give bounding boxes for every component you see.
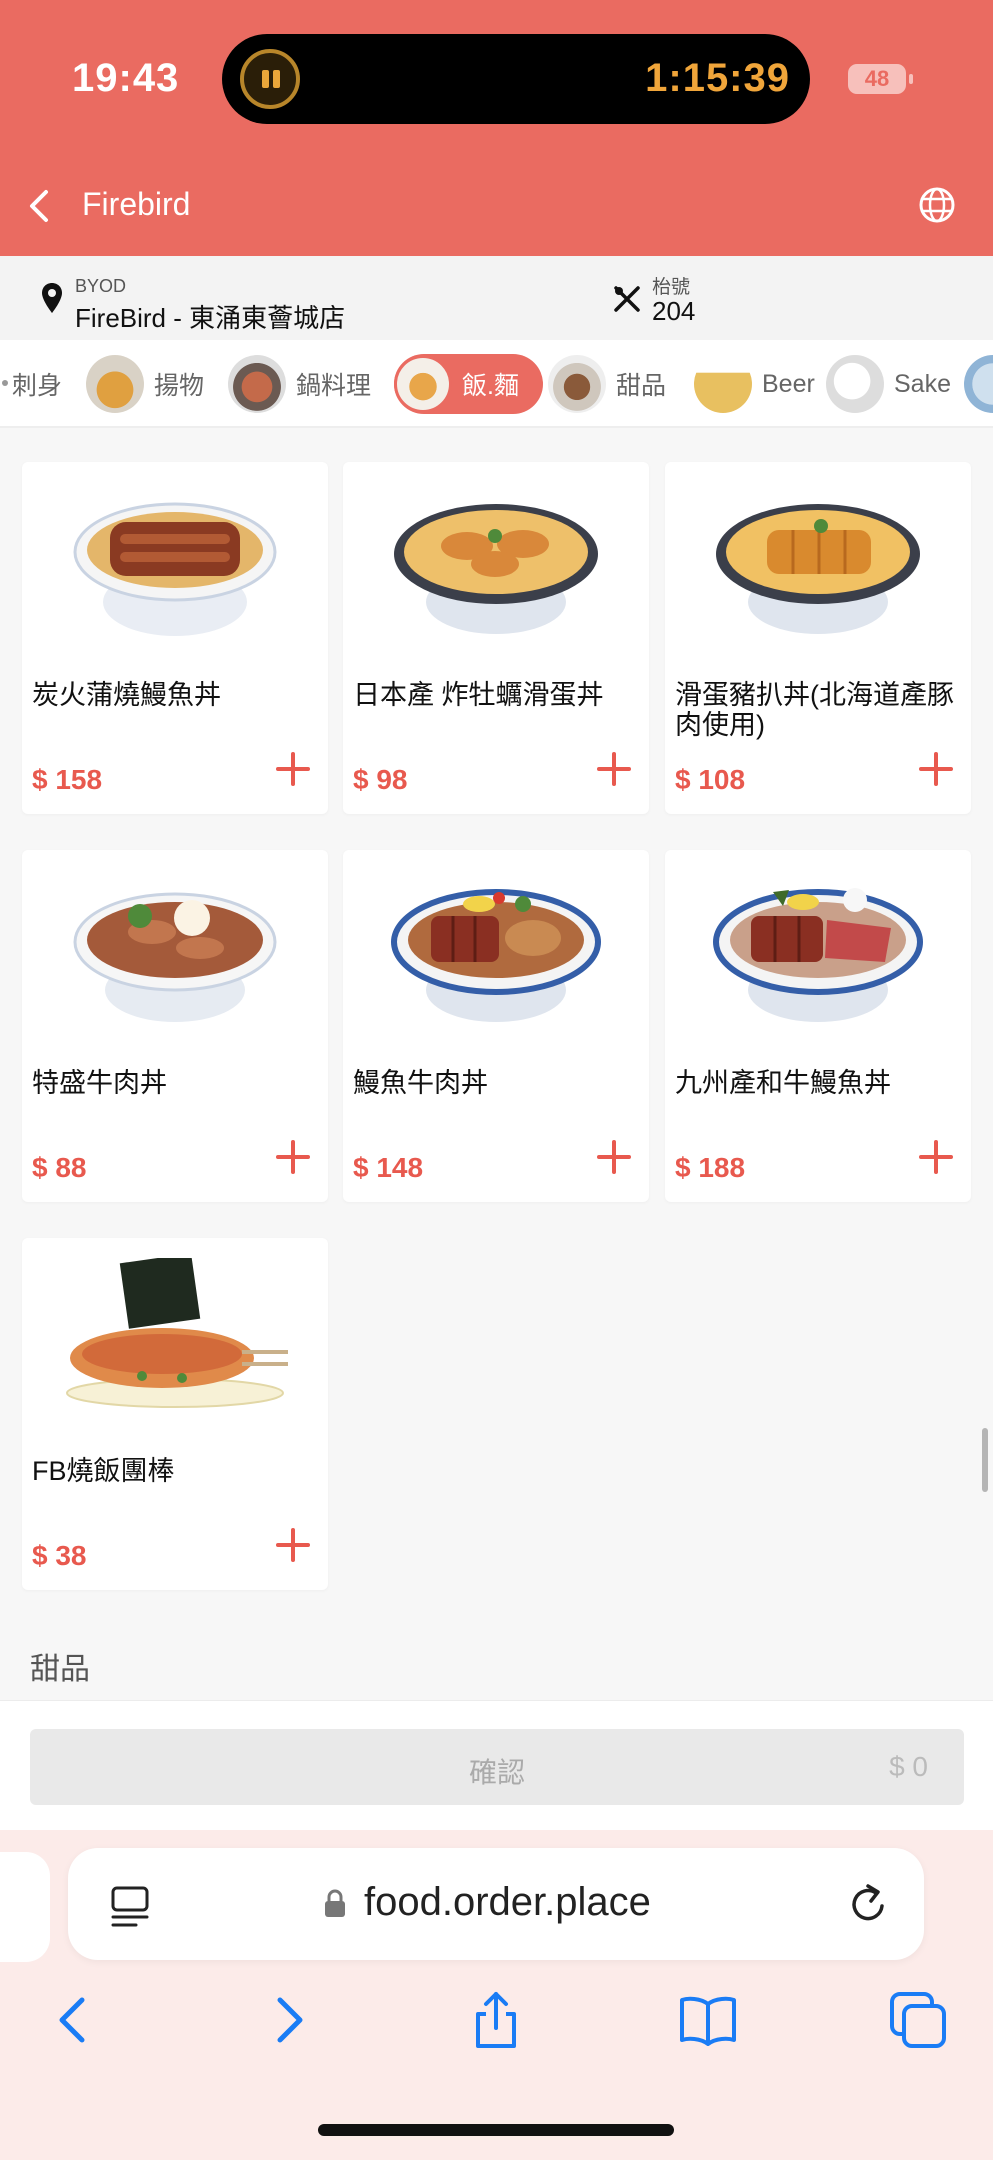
tab-label: 飯.麵 xyxy=(462,372,519,400)
pork-cutlet-don-image xyxy=(716,504,920,634)
product-price: $ 148 xyxy=(353,1152,424,1183)
product-price: $ 38 xyxy=(32,1540,87,1571)
product-card[interactable]: 九州產和牛鰻魚丼 $ 188 xyxy=(665,850,971,1202)
tab-label: Beer xyxy=(762,369,815,398)
page-title: Firebird xyxy=(82,186,191,222)
unagi-don-image xyxy=(73,502,277,636)
plus-icon[interactable] xyxy=(597,752,631,786)
previous-tab-preview[interactable] xyxy=(0,1852,50,1962)
product-card[interactable]: 特盛牛肉丼 $ 88 xyxy=(22,850,328,1202)
order-info: BYOD FireBird - 東涌東薈城店 枱號 204 xyxy=(0,256,993,340)
timer-readout: 1:15:39 xyxy=(645,56,790,100)
table-label: 枱號 xyxy=(652,277,691,298)
tab-next[interactable] xyxy=(964,354,993,414)
product-price: $ 188 xyxy=(675,1152,746,1183)
tab-label: 揚物 xyxy=(154,372,205,400)
byod-label: BYOD xyxy=(75,276,127,296)
product-name: 特盛牛肉丼 xyxy=(32,1068,167,1098)
plus-icon[interactable] xyxy=(276,1528,310,1562)
product-card[interactable]: 日本產 炸牡蠣滑蛋丼 $ 98 xyxy=(343,462,649,814)
browser-toolbar: food.order.place xyxy=(0,1830,993,2160)
plus-icon[interactable] xyxy=(276,752,310,786)
confirm-label: 確認 xyxy=(468,1757,525,1788)
product-card[interactable]: 炭火蒲燒鰻魚丼 $ 158 xyxy=(22,462,328,814)
category-thumbnail xyxy=(228,355,286,413)
book-icon[interactable] xyxy=(678,1990,738,2050)
store-name: FireBird - 東涌東薈城店 xyxy=(75,303,346,333)
lock-icon xyxy=(325,1889,345,1917)
product-card[interactable]: FB燒飯團棒 $ 38 xyxy=(22,1238,328,1590)
confirm-bar: 確認 $ 0 xyxy=(0,1700,993,1830)
location-pin-icon xyxy=(42,283,62,313)
battery-level: 48 xyxy=(864,66,890,91)
product-name: 炭火蒲燒鰻魚丼 xyxy=(32,680,221,710)
product-price: $ 98 xyxy=(353,764,408,795)
category-thumbnail xyxy=(964,355,993,413)
back-icon[interactable] xyxy=(44,1990,104,2050)
tab-label: 刺身 xyxy=(12,372,63,400)
confirm-button[interactable]: 確認 $ 0 xyxy=(30,1729,964,1805)
product-name: 滑蛋豬扒丼(北海道產豚肉使用) xyxy=(675,680,954,740)
product-price: $ 88 xyxy=(32,1152,87,1183)
product-card[interactable]: 滑蛋豬扒丼(北海道產豚肉使用) $ 108 xyxy=(665,462,971,814)
tab-label: 鍋料理 xyxy=(296,372,372,400)
reader-icon[interactable] xyxy=(110,1884,150,1928)
product-name: 日本產 炸牡蠣滑蛋丼 xyxy=(353,680,604,710)
beef-don-image xyxy=(73,892,277,1022)
tab-sashimi[interactable]: 刺身 xyxy=(12,354,62,414)
share-icon[interactable] xyxy=(466,1990,526,2050)
app-header: 19:43 1:15:39 48 Firebird xyxy=(0,0,993,256)
cutlery-icon xyxy=(614,286,640,312)
tab-beer[interactable]: Beer xyxy=(694,354,815,414)
category-thumbnail xyxy=(694,355,752,413)
product-name: FB燒飯團棒 xyxy=(32,1456,175,1486)
table-number: 204 xyxy=(652,296,696,326)
plus-icon[interactable] xyxy=(919,752,953,786)
product-card[interactable]: 鰻魚牛肉丼 $ 148 xyxy=(343,850,649,1202)
product-price: $ 158 xyxy=(32,764,103,795)
oyster-egg-don-image xyxy=(394,504,598,634)
category-thumbnail xyxy=(826,355,884,413)
rice-stick-image xyxy=(66,1258,288,1408)
tab-dessert[interactable]: 甜品 xyxy=(548,354,666,414)
product-name: 九州產和牛鰻魚丼 xyxy=(675,1068,891,1098)
cart-total: $ 0 xyxy=(889,1751,928,1782)
status-time: 19:43 xyxy=(72,56,180,100)
address-bar[interactable]: food.order.place xyxy=(68,1848,924,1960)
tab-rice-noodles[interactable]: 飯.麵 xyxy=(394,354,543,414)
section-title: 甜品 xyxy=(30,1653,90,1686)
tab-label: 甜品 xyxy=(616,372,667,400)
url-text: food.order.place xyxy=(364,1880,651,1924)
reload-icon[interactable] xyxy=(846,1882,890,1926)
scroll-dot xyxy=(2,380,8,386)
wagyu-unagi-don-image xyxy=(713,888,923,1022)
unagi-beef-don-image xyxy=(391,889,601,1022)
battery-icon: 48 xyxy=(848,64,913,94)
tab-label: Sake xyxy=(894,369,951,398)
category-thumbnail xyxy=(394,355,452,413)
category-thumbnail xyxy=(86,355,144,413)
tab-sake[interactable]: Sake xyxy=(826,354,951,414)
forward-icon[interactable] xyxy=(258,1990,318,2050)
globe-icon[interactable] xyxy=(918,186,956,224)
dynamic-island: 1:15:39 xyxy=(222,34,810,124)
tab-hotpot[interactable]: 鍋料理 xyxy=(228,354,371,414)
scrollbar[interactable] xyxy=(982,1428,988,1492)
product-name: 鰻魚牛肉丼 xyxy=(353,1068,488,1098)
category-thumbnail xyxy=(548,355,606,413)
home-indicator[interactable] xyxy=(318,2124,674,2136)
tab-fried[interactable]: 揚物 xyxy=(86,354,204,414)
plus-icon[interactable] xyxy=(597,1140,631,1174)
plus-icon[interactable] xyxy=(276,1140,310,1174)
chevron-left-icon[interactable] xyxy=(28,188,50,224)
category-tabs: 刺身 揚物 鍋料理 飯.麵 甜品 Beer Sake xyxy=(0,340,993,428)
plus-icon[interactable] xyxy=(919,1140,953,1174)
tabs-icon[interactable] xyxy=(888,1990,948,2050)
pause-icon[interactable] xyxy=(240,49,300,109)
product-price: $ 108 xyxy=(675,764,746,795)
